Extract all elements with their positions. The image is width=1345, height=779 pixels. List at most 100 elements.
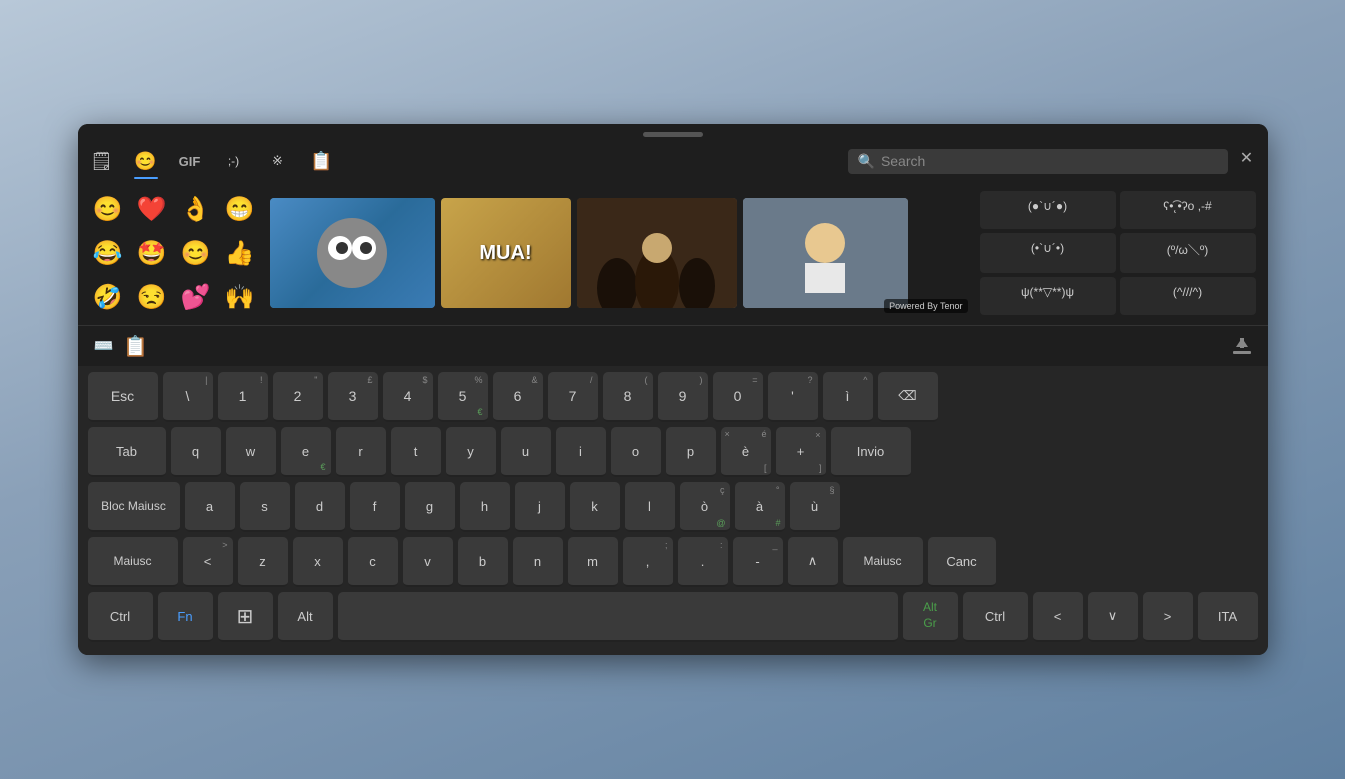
kaomoji-item-3[interactable]: (•`∪´•) (980, 233, 1116, 274)
key-up[interactable]: ∧ (788, 537, 838, 587)
key-invio[interactable]: Invio (831, 427, 911, 477)
key-fn[interactable]: Fn (158, 592, 213, 642)
key-shift-right[interactable]: Maiusc (843, 537, 923, 587)
key-f[interactable]: f (350, 482, 400, 532)
key-e[interactable]: €e (281, 427, 331, 477)
tab-emoji[interactable]: 😊 (130, 145, 162, 177)
key-plus[interactable]: ×+] (776, 427, 826, 477)
gif-item-2[interactable]: MUA! (441, 198, 571, 308)
key-left[interactable]: < (1033, 592, 1083, 642)
drag-handle[interactable] (78, 124, 1268, 141)
key-n[interactable]: n (513, 537, 563, 587)
kaomoji-item-4[interactable]: (º/ω＼º) (1120, 233, 1256, 274)
download-icon[interactable] (1226, 330, 1258, 362)
key-x[interactable]: x (293, 537, 343, 587)
emoji-cell[interactable]: 😂 (88, 233, 128, 273)
key-l[interactable]: l (625, 482, 675, 532)
key-i[interactable]: i (556, 427, 606, 477)
key-r[interactable]: r (336, 427, 386, 477)
key-e-accent[interactable]: é×[è (721, 427, 771, 477)
key-k[interactable]: k (570, 482, 620, 532)
emoji-cell[interactable]: 🤩 (132, 233, 172, 273)
key-win[interactable]: ⊞ (218, 592, 273, 642)
gif-item-1[interactable] (270, 198, 435, 308)
kaomoji-item-1[interactable]: (●`∪´●) (980, 191, 1116, 229)
key-t[interactable]: t (391, 427, 441, 477)
key-d[interactable]: d (295, 482, 345, 532)
key-space[interactable] (338, 592, 898, 642)
key-right[interactable]: > (1143, 592, 1193, 642)
key-alt-gr[interactable]: AltGr (903, 592, 958, 642)
key-s[interactable]: s (240, 482, 290, 532)
key-caps[interactable]: Bloc Maiusc (88, 482, 180, 532)
key-ita[interactable]: ITA (1198, 592, 1258, 642)
key-h[interactable]: h (460, 482, 510, 532)
kaomoji-item-5[interactable]: ψ(**▽**)ψ (980, 277, 1116, 315)
emoji-cell[interactable]: 😁 (220, 189, 260, 229)
key-5[interactable]: %5€ (438, 372, 488, 422)
tab-recent[interactable]: 🗒 (86, 145, 118, 177)
key-q[interactable]: q (171, 427, 221, 477)
key-minus[interactable]: _- (733, 537, 783, 587)
key-j[interactable]: j (515, 482, 565, 532)
tab-gif[interactable]: GIF (174, 145, 206, 177)
key-canc[interactable]: Canc (928, 537, 996, 587)
close-button[interactable]: ✕ (1236, 147, 1258, 169)
key-less[interactable]: >< (183, 537, 233, 587)
key-0[interactable]: =0 (713, 372, 763, 422)
emoji-mode-icon[interactable]: 📋 (120, 330, 152, 362)
search-input[interactable] (881, 153, 1218, 169)
key-z[interactable]: z (238, 537, 288, 587)
kaomoji-item-2[interactable]: ʕ•͡˛•ʔo ,-# (1120, 191, 1256, 229)
key-down[interactable]: ∨ (1088, 592, 1138, 642)
key-g[interactable]: g (405, 482, 455, 532)
kaomoji-item-6[interactable]: (^///^) (1120, 277, 1256, 315)
emoji-cell[interactable]: 🙌 (220, 277, 260, 317)
key-a[interactable]: a (185, 482, 235, 532)
emoji-cell[interactable]: 💕 (176, 277, 216, 317)
key-apostrophe[interactable]: ?' (768, 372, 818, 422)
key-shift-left[interactable]: Maiusc (88, 537, 178, 587)
key-tab[interactable]: Tab (88, 427, 166, 477)
keyboard-layout-icon[interactable]: ⌨️ (88, 330, 120, 362)
tab-clipboard[interactable]: 📋 (306, 145, 338, 177)
emoji-cell[interactable]: ❤️ (132, 189, 172, 229)
key-grave[interactable]: ^ì (823, 372, 873, 422)
search-box[interactable]: 🔍 (848, 149, 1228, 174)
emoji-cell[interactable]: 👌 (176, 189, 216, 229)
key-2[interactable]: "2 (273, 372, 323, 422)
key-backspace[interactable]: ⌫ (878, 372, 938, 422)
key-7[interactable]: /7 (548, 372, 598, 422)
key-a-accent[interactable]: °à# (735, 482, 785, 532)
key-3[interactable]: £3 (328, 372, 378, 422)
key-w[interactable]: w (226, 427, 276, 477)
key-m[interactable]: m (568, 537, 618, 587)
emoji-cell[interactable]: 😊 (176, 233, 216, 273)
key-c[interactable]: c (348, 537, 398, 587)
key-period[interactable]: :. (678, 537, 728, 587)
key-u[interactable]: u (501, 427, 551, 477)
key-ctrl-left[interactable]: Ctrl (88, 592, 153, 642)
key-1[interactable]: !1 (218, 372, 268, 422)
key-alt-left[interactable]: Alt (278, 592, 333, 642)
emoji-cell[interactable]: 😊 (88, 189, 128, 229)
key-8[interactable]: (8 (603, 372, 653, 422)
key-b[interactable]: b (458, 537, 508, 587)
key-u-accent[interactable]: §ù (790, 482, 840, 532)
emoji-cell[interactable]: 👍 (220, 233, 260, 273)
key-y[interactable]: y (446, 427, 496, 477)
key-comma[interactable]: ;, (623, 537, 673, 587)
key-backslash[interactable]: |\ (163, 372, 213, 422)
emoji-cell[interactable]: 😒 (132, 277, 172, 317)
key-6[interactable]: &6 (493, 372, 543, 422)
key-9[interactable]: )9 (658, 372, 708, 422)
key-ctrl-right[interactable]: Ctrl (963, 592, 1028, 642)
gif-item-3[interactable] (577, 198, 737, 308)
key-v[interactable]: v (403, 537, 453, 587)
key-esc[interactable]: Esc (88, 372, 158, 422)
emoji-cell[interactable]: 🤣 (88, 277, 128, 317)
key-o-accent[interactable]: çò@ (680, 482, 730, 532)
key-4[interactable]: $4 (383, 372, 433, 422)
gif-item-4[interactable] (743, 198, 908, 308)
tab-kaomoji[interactable]: ;-) (218, 145, 250, 177)
